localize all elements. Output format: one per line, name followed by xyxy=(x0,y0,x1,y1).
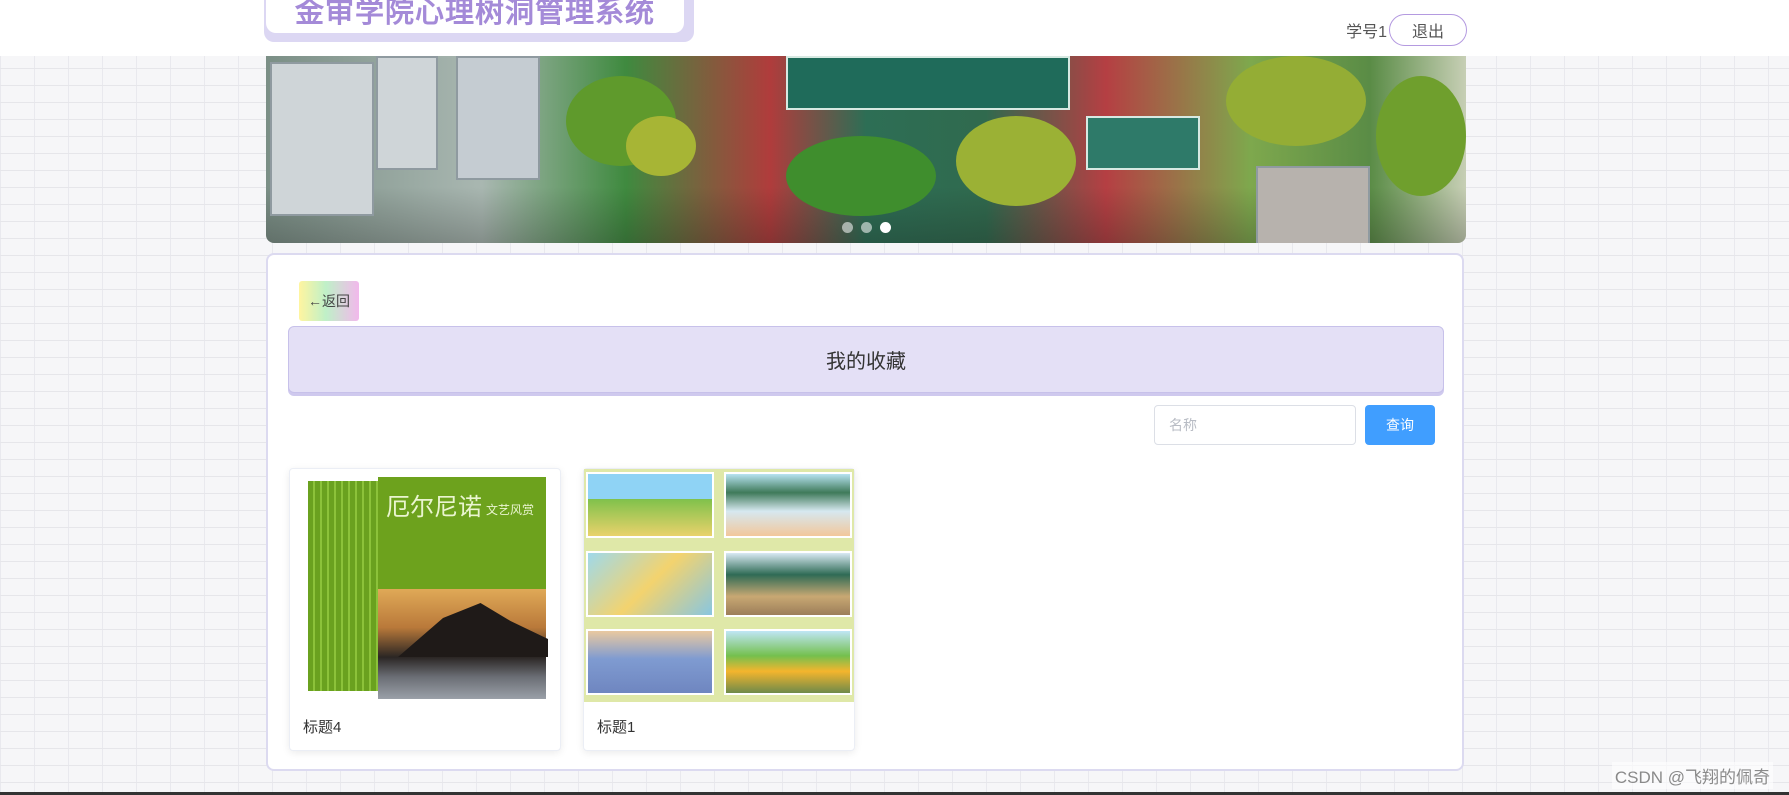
carousel-dot-2[interactable] xyxy=(860,222,872,233)
banner-tree xyxy=(786,136,936,216)
collage-tile xyxy=(586,551,714,617)
banner-tree xyxy=(1226,56,1366,146)
card-image[interactable]: 厄尔尼诺 文艺风赏 xyxy=(290,469,560,702)
banner-court xyxy=(786,56,1070,110)
card-title[interactable]: 标题4 xyxy=(303,716,341,737)
card-title[interactable]: 标题1 xyxy=(597,716,635,737)
top-bar: 金审学院心理树洞管理系统 学号1 退出 xyxy=(0,0,1789,56)
search-button[interactable]: 查询 xyxy=(1365,405,1435,445)
card-image[interactable] xyxy=(584,469,854,702)
logout-button[interactable]: 退出 xyxy=(1389,14,1467,46)
logo-tab: 金审学院心理树洞管理系统 xyxy=(264,0,694,42)
banner-tree xyxy=(626,116,696,176)
back-button[interactable]: ←返回 xyxy=(299,281,359,321)
book-cover-image: 厄尔尼诺 文艺风赏 xyxy=(308,473,548,699)
user-name: 学号1 xyxy=(1346,24,1387,41)
page-title: 我的收藏 xyxy=(288,326,1444,393)
search-input[interactable] xyxy=(1154,405,1356,445)
kids-collage-image xyxy=(584,469,854,702)
watermark: CSDN @飞翔的佩奇 xyxy=(1611,762,1773,789)
carousel-indicators xyxy=(266,222,1466,233)
book-cover-title: 厄尔尼诺 xyxy=(386,493,482,521)
app-title: 金审学院心理树洞管理系统 xyxy=(294,0,655,29)
banner-carousel[interactable] xyxy=(266,56,1466,243)
favorite-card[interactable]: 标题1 xyxy=(583,468,855,751)
user-area: 学号1 退出 xyxy=(1346,14,1467,46)
favorite-card[interactable]: 厄尔尼诺 文艺风赏 标题4 xyxy=(289,468,561,751)
banner-tree xyxy=(956,116,1076,206)
carousel-dot-1[interactable] xyxy=(841,222,853,233)
collage-tile xyxy=(724,551,852,617)
book-front: 厄尔尼诺 文艺风赏 xyxy=(378,477,548,699)
banner-building xyxy=(376,56,438,170)
banner-building xyxy=(456,56,540,180)
favorites-panel: ←返回 我的收藏 查询 厄尔尼诺 文艺风赏 标题4 xyxy=(266,253,1464,771)
book-cover-subtitle: 文艺风赏 xyxy=(485,503,534,517)
banner-building xyxy=(270,62,374,216)
collage-tile xyxy=(586,472,714,538)
book-spine xyxy=(308,481,378,691)
logo-inner: 金审学院心理树洞管理系统 xyxy=(266,0,684,33)
banner-tree xyxy=(1376,76,1466,196)
collage-tile xyxy=(724,629,852,695)
carousel-dot-3[interactable] xyxy=(879,222,891,233)
banner-court xyxy=(1086,116,1200,170)
collage-tile xyxy=(724,472,852,538)
collage-tile xyxy=(586,629,714,695)
